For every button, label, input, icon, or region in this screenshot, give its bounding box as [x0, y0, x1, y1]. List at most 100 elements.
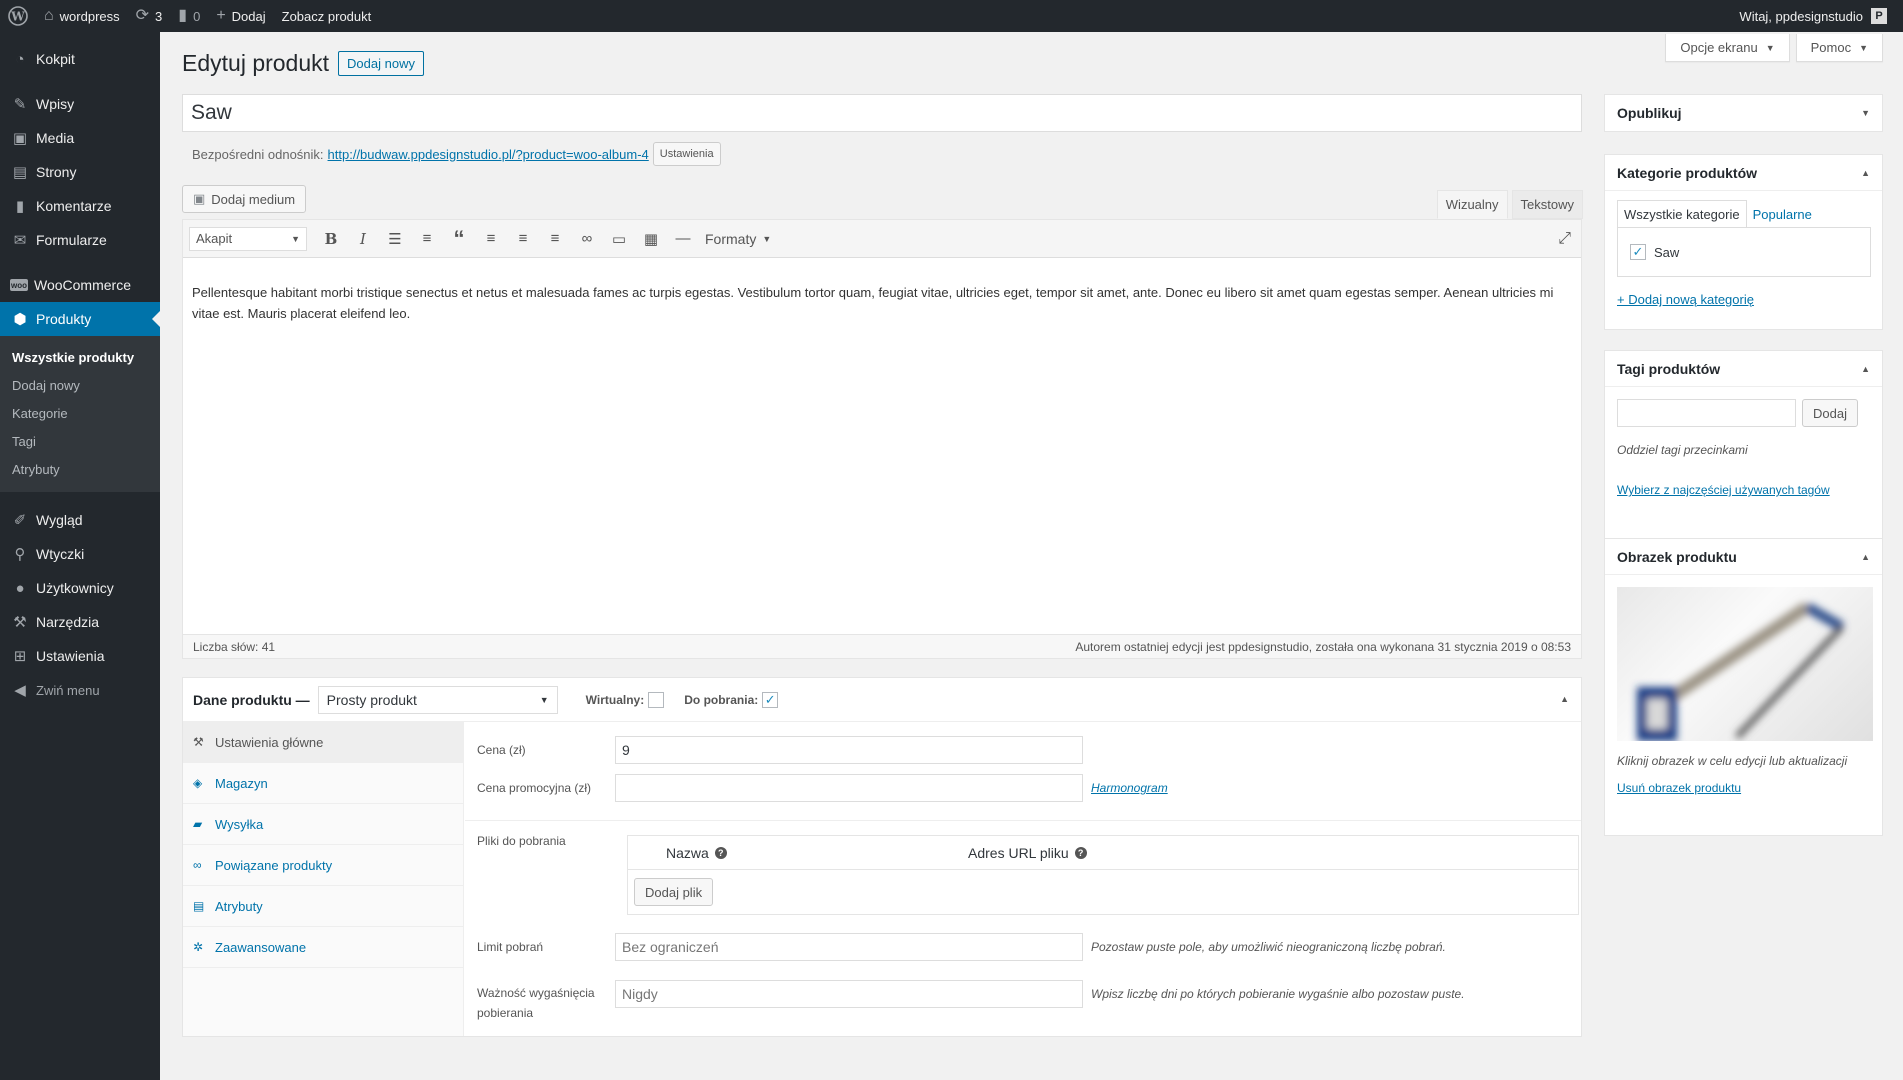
align-right-button[interactable]: ≡ [539, 225, 571, 253]
caret-down-icon[interactable]: ▼ [1861, 108, 1870, 118]
sidebar-item-wpisy[interactable]: ✎ Wpisy [0, 87, 160, 121]
bold-button[interactable]: B [315, 225, 347, 253]
editor-content[interactable]: Pellentesque habitant morbi tristique se… [183, 258, 1581, 348]
tab-shipping[interactable]: ▰ Wysyłka [183, 804, 463, 845]
updates-link[interactable]: ⟳ 3 [128, 0, 171, 32]
tab-attributes[interactable]: ▤ Atrybuty [183, 886, 463, 927]
format-select[interactable]: Akapit ▼ [189, 226, 307, 251]
sidebar-item-ustawienia[interactable]: ⊞ Ustawienia [0, 639, 160, 673]
comments-link[interactable]: ▮ 0 [170, 0, 208, 32]
view-product-link[interactable]: Zobacz produkt [274, 0, 380, 32]
sidebar-item-uzytkownicy[interactable]: ● Użytkownicy [0, 571, 160, 605]
align-left-button[interactable]: ≡ [475, 225, 507, 253]
bullet-list-button[interactable]: ☰ [379, 225, 411, 253]
product-type-select[interactable]: Prosty produkt ▼ [317, 685, 558, 714]
sidebar-item-strony[interactable]: ▤ Strony [0, 155, 160, 189]
help-button[interactable]: Pomoc ▼ [1795, 34, 1883, 62]
sidebar-item-formularze[interactable]: ✉ Formularze [0, 223, 160, 257]
price-input[interactable]: 9 [615, 736, 1083, 764]
sale-price-input[interactable] [615, 774, 1083, 802]
site-name: wordpress [59, 8, 120, 24]
fullscreen-icon[interactable]: ⤢ [1558, 230, 1571, 248]
account-menu[interactable]: Witaj, ppdesignstudio P [1731, 0, 1903, 32]
submenu-all-products[interactable]: Wszystkie produkty [0, 343, 160, 371]
formats-dropdown[interactable]: Formaty ▼ [705, 231, 771, 247]
editor-tabs: Wizualny Tekstowy [1436, 190, 1583, 219]
wordpress-logo[interactable]: W [0, 0, 36, 32]
blockquote-button[interactable]: “ [443, 225, 475, 253]
sidebar-item-wyglad[interactable]: ✐ Wygląd [0, 503, 160, 537]
sidebar-item-kokpit[interactable]: ◔ Kokpit [0, 42, 160, 76]
admin-bar: W ⌂ wordpress ⟳ 3 ▮ 0 + Dodaj Zobacz pro… [0, 0, 1903, 32]
site-name-link[interactable]: ⌂ wordpress [36, 0, 128, 32]
caret-down-icon: ▼ [539, 694, 549, 705]
new-content-link[interactable]: + Dodaj [208, 0, 273, 32]
screen-options-label: Opcje ekranu [1680, 40, 1758, 55]
categories-box-header[interactable]: Kategorie produktów ▲ [1605, 155, 1882, 191]
add-file-button[interactable]: Dodaj plik [634, 878, 714, 906]
add-media-button[interactable]: ▣ Dodaj medium [182, 185, 307, 213]
schedule-link[interactable]: Harmonogram [1091, 774, 1168, 802]
table-button[interactable]: ▦ [635, 225, 667, 253]
align-center-button[interactable]: ≡ [507, 225, 539, 253]
choose-tags-link[interactable]: Wybierz z najczęściej używanych tagów [1617, 483, 1830, 497]
add-new-button[interactable]: Dodaj nowy [338, 51, 424, 76]
avatar: P [1871, 8, 1887, 24]
italic-button[interactable]: I [347, 225, 379, 253]
image-box-header[interactable]: Obrazek produktu ▲ [1605, 539, 1882, 575]
link-button[interactable]: ∞ [571, 225, 603, 253]
sidebar-item-narzedzia[interactable]: ⚒ Narzędzia [0, 605, 160, 639]
gear-icon: ✲ [193, 940, 204, 954]
limit-label: Limit pobrań [477, 940, 544, 954]
screen-options-button[interactable]: Opcje ekranu ▼ [1665, 34, 1790, 62]
virtual-checkbox[interactable] [648, 691, 665, 708]
tab-label: Ustawienia główne [215, 734, 324, 750]
submenu-tags[interactable]: Tagi [0, 427, 160, 455]
caret-up-icon[interactable]: ▲ [1861, 364, 1870, 374]
help-icon[interactable]: ? [1074, 846, 1087, 859]
tab-popular-categories[interactable]: Popularne [1747, 200, 1818, 228]
truck-icon: ▰ [193, 817, 203, 831]
add-category-link[interactable]: + Dodaj nową kategorię [1617, 292, 1754, 307]
remove-image-link[interactable]: Usuń obrazek produktu [1617, 781, 1741, 795]
content-editor: Akapit ▼ B I ☰ ≡ “ ≡ ≡ ≡ ∞ ▭ ▦ — Formaty… [182, 219, 1582, 635]
tab-text[interactable]: Tekstowy [1511, 190, 1583, 219]
caret-up-icon[interactable]: ▲ [1861, 552, 1870, 562]
tab-linked-products[interactable]: ∞ Powiązane produkty [183, 845, 463, 886]
tags-box-header[interactable]: Tagi produktów ▲ [1605, 351, 1882, 387]
product-image-thumbnail[interactable] [1617, 587, 1873, 741]
horizontal-line-button[interactable]: — [667, 225, 699, 253]
submenu-attributes[interactable]: Atrybuty [0, 455, 160, 483]
tab-visual[interactable]: Wizualny [1436, 190, 1508, 219]
submenu-add-new[interactable]: Dodaj nowy [0, 371, 160, 399]
tab-inventory[interactable]: ◈ Magazyn [183, 763, 463, 804]
caret-up-icon[interactable]: ▲ [1861, 168, 1870, 178]
caret-down-icon: ▼ [291, 233, 300, 244]
sidebar-item-komentarze[interactable]: ▮ Komentarze [0, 189, 160, 223]
tab-all-categories[interactable]: Wszystkie kategorie [1617, 200, 1747, 228]
collapse-menu-button[interactable]: ◀ Zwiń menu [0, 673, 160, 707]
collapse-toggle-icon[interactable]: ▲ [1560, 694, 1569, 704]
virtual-label: Wirtualny: [585, 692, 645, 707]
publish-box-header[interactable]: Opublikuj ▼ [1605, 95, 1882, 131]
help-icon[interactable]: ? [714, 846, 727, 859]
read-more-button[interactable]: ▭ [603, 225, 635, 253]
category-checkbox[interactable]: ✓ [1630, 244, 1646, 260]
sidebar-item-wtyczki[interactable]: ⚲ Wtyczki [0, 537, 160, 571]
download-limit-input[interactable]: Bez ograniczeń [615, 933, 1083, 961]
numbered-list-button[interactable]: ≡ [411, 225, 443, 253]
downloadable-checkbox[interactable]: ✓ [762, 691, 779, 708]
add-tag-button[interactable]: Dodaj [1802, 399, 1858, 427]
sidebar-item-media[interactable]: ▣ Media [0, 121, 160, 155]
tag-input[interactable] [1617, 399, 1796, 427]
download-expiry-input[interactable]: Nigdy [615, 980, 1083, 1008]
sidebar-item-produkty[interactable]: ⬢ Produkty [0, 302, 160, 336]
tab-general[interactable]: ⚒ Ustawienia główne [183, 722, 463, 763]
tab-advanced[interactable]: ✲ Zaawansowane [183, 927, 463, 968]
submenu-categories[interactable]: Kategorie [0, 399, 160, 427]
permalink-settings-button[interactable]: Ustawienia [652, 142, 721, 166]
permalink-link[interactable]: http://budwaw.ppdesignstudio.pl/?product… [328, 147, 649, 162]
product-title-input[interactable]: Saw [182, 94, 1582, 132]
page-icon: ▤ [12, 164, 28, 181]
sidebar-item-woocommerce[interactable]: woo WooCommerce [0, 268, 160, 302]
